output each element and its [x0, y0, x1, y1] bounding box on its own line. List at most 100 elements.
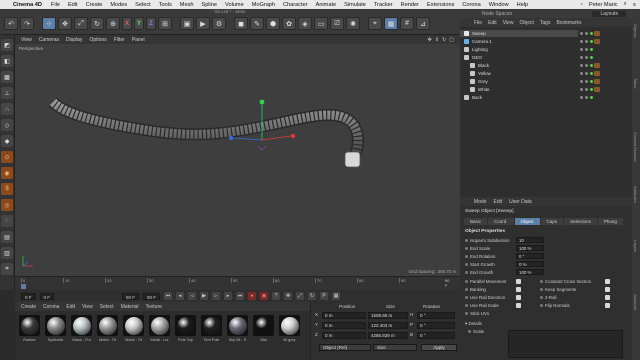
menu-mograph[interactable]: MoGraph: [252, 2, 275, 8]
apply-button[interactable]: Apply: [421, 344, 457, 351]
size-mode-dropdown[interactable]: Size: [373, 344, 417, 351]
object-row[interactable]: Grey: [460, 78, 578, 85]
render-visibility-dot[interactable]: [585, 32, 588, 35]
position-field[interactable]: 0 m: [322, 312, 366, 319]
animate-dot[interactable]: [540, 304, 543, 307]
rotate-icon[interactable]: ↻: [90, 17, 104, 30]
animate-dot[interactable]: [540, 288, 543, 291]
material-menu-select[interactable]: Select: [100, 304, 114, 310]
checkbox[interactable]: [516, 287, 521, 292]
enabled-check-icon[interactable]: [590, 72, 593, 75]
animate-dot[interactable]: [540, 296, 543, 299]
material-menu-corona[interactable]: Corona: [43, 304, 59, 310]
visibility-flags[interactable]: [580, 48, 593, 51]
material-item[interactable]: lilt grey: [278, 315, 301, 356]
move-icon[interactable]: ✥: [58, 17, 72, 30]
menu-file[interactable]: File: [51, 2, 60, 8]
attribute-menu-edit[interactable]: Edit: [494, 199, 503, 205]
next-frame-icon[interactable]: ▹: [212, 292, 221, 300]
scale-spline-graph[interactable]: [508, 330, 623, 358]
attribute-tab-caps[interactable]: Caps: [540, 218, 564, 225]
viewport-maximize-icon[interactable]: ▢: [449, 37, 454, 43]
snapping-icon[interactable]: ◌: [1, 215, 13, 227]
layouts-dropdown[interactable]: Layouts: [592, 10, 626, 17]
material-menu-edit[interactable]: Edit: [66, 304, 75, 310]
visibility-flags[interactable]: [580, 56, 593, 59]
material-item[interactable]: Mat: [252, 315, 275, 356]
y-axis-handle[interactable]: [259, 99, 265, 105]
render-settings-icon[interactable]: ⚙: [212, 17, 226, 30]
menu-animate[interactable]: Animate: [316, 2, 337, 8]
go-to-end-icon[interactable]: ⏭: [236, 292, 245, 300]
menu-volume[interactable]: Volume: [225, 2, 244, 8]
preview-end-field[interactable]: 90 F: [122, 292, 140, 300]
visibility-flags[interactable]: [580, 64, 593, 67]
start-frame-field[interactable]: 0 F: [21, 292, 36, 300]
autokey-icon[interactable]: ◉: [260, 292, 269, 300]
field-input[interactable]: 100 %: [516, 269, 544, 275]
viewport-menu-view[interactable]: View: [21, 37, 32, 43]
workplane-icon[interactable]: ▦: [384, 17, 398, 30]
visibility-flags[interactable]: [580, 88, 593, 91]
axis-mode-icon[interactable]: ⊥: [1, 87, 13, 99]
checkbox[interactable]: [605, 303, 610, 308]
menu-corona[interactable]: Corona: [462, 2, 480, 8]
field-input[interactable]: 100 %: [516, 245, 544, 251]
vertical-tab-takes[interactable]: Takes: [633, 78, 638, 88]
render-visibility-dot[interactable]: [585, 56, 588, 59]
coordinate-system-icon[interactable]: ⊞: [158, 17, 172, 30]
make-editable-icon[interactable]: ◩: [1, 39, 13, 51]
animate-dot[interactable]: [465, 254, 468, 258]
vertical-tab-structure[interactable]: Structure: [633, 294, 638, 310]
y-axis-button[interactable]: Y: [134, 17, 144, 30]
live-selection-icon[interactable]: ⊹: [42, 17, 56, 30]
animate-dot[interactable]: [465, 312, 468, 315]
wifi-icon[interactable]: ◔: [580, 2, 583, 8]
object-tag-icon[interactable]: [594, 39, 600, 44]
visibility-flags[interactable]: [580, 96, 593, 99]
grid-icon[interactable]: #: [400, 17, 414, 30]
z-axis-button[interactable]: Z: [146, 17, 156, 30]
search-icon[interactable]: ⌕: [624, 1, 627, 8]
previous-key-icon[interactable]: ◂: [176, 292, 185, 300]
visibility-flags[interactable]: [580, 40, 593, 43]
visibility-flags[interactable]: [580, 72, 593, 75]
attribute-tab-selections[interactable]: Selections: [564, 218, 597, 225]
editor-visibility-dot[interactable]: [580, 32, 583, 35]
checkbox[interactable]: [516, 295, 521, 300]
object-menu-file[interactable]: File: [474, 20, 482, 26]
light-icon[interactable]: ✺: [346, 17, 360, 30]
viewport-menu-options[interactable]: Options: [89, 37, 106, 43]
viewport-menu-display[interactable]: Display: [66, 37, 82, 43]
next-key-icon[interactable]: ▸: [224, 292, 233, 300]
z-axis-handle[interactable]: [228, 135, 234, 141]
animate-dot[interactable]: [465, 280, 468, 283]
object-row[interactable]: Sweep: [460, 30, 578, 37]
visibility-flags[interactable]: [580, 80, 593, 83]
recent-tools-icon[interactable]: ⊕: [106, 17, 120, 30]
menu-edit[interactable]: Edit: [68, 2, 78, 8]
undo-icon[interactable]: ↶: [4, 17, 18, 30]
viewport[interactable]: Perspective Grid Spacing : 350.70 m: [15, 44, 460, 276]
keyframe-selection-icon[interactable]: ?: [272, 292, 281, 300]
vertical-tab-content-browser[interactable]: Content Browser: [633, 132, 638, 162]
material-menu-create[interactable]: Create: [21, 304, 36, 310]
animate-dot[interactable]: [540, 280, 543, 283]
planar-workplane-icon[interactable]: ▥: [1, 247, 13, 259]
material-item[interactable]: Tent Pole: [200, 315, 223, 356]
coordinate-mode-dropdown[interactable]: Object (Rel): [319, 344, 371, 351]
object-tag-icon[interactable]: [594, 71, 600, 76]
menu-spline[interactable]: Spline: [201, 2, 217, 8]
animate-dot[interactable]: [465, 296, 468, 299]
viewport-zoom-icon[interactable]: ⇕: [435, 37, 439, 43]
viewport-menu-cameras[interactable]: Cameras: [39, 37, 59, 43]
field-input[interactable]: 0 %: [516, 261, 544, 267]
material-item[interactable]: Rubber: [18, 315, 41, 356]
material-menu-texture[interactable]: Texture: [146, 304, 162, 310]
vertical-tab-attributes[interactable]: Attributes: [633, 186, 638, 203]
enabled-check-icon[interactable]: [590, 88, 593, 91]
material-item[interactable]: Pole Top: [174, 315, 197, 356]
editor-visibility-dot[interactable]: [580, 72, 583, 75]
object-menu-bookmarks[interactable]: Bookmarks: [556, 20, 581, 26]
cloner-icon[interactable]: ✿: [282, 17, 296, 30]
